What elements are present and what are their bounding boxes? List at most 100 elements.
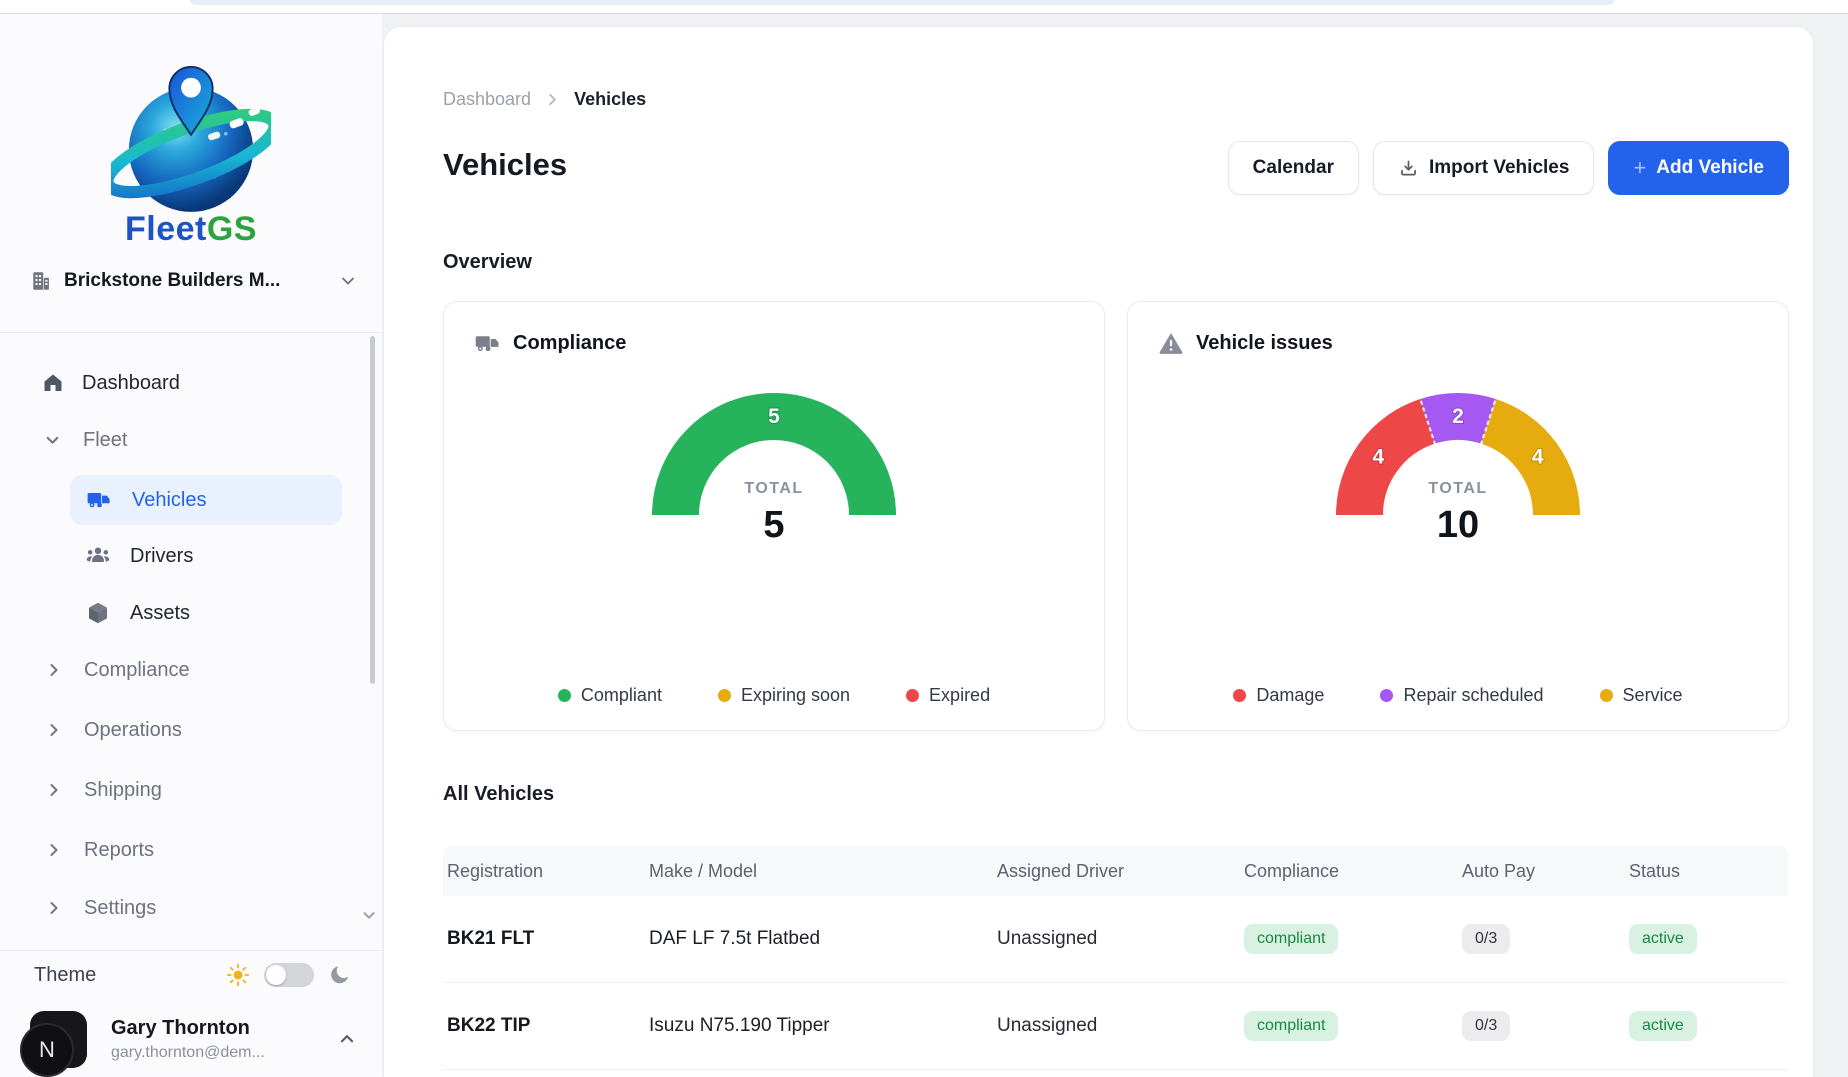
sidebar-item-label: Drivers: [130, 545, 193, 568]
status-badge: active: [1629, 1011, 1697, 1041]
chevron-right-icon: [46, 782, 62, 798]
breadcrumb: Dashboard Vehicles: [443, 89, 646, 110]
import-vehicles-button[interactable]: Import Vehicles: [1373, 141, 1594, 195]
chevron-down-icon: [340, 273, 356, 289]
make-model-cell: Isuzu N75.190 Tipper: [645, 1015, 993, 1037]
all-vehicles-heading: All Vehicles: [443, 783, 554, 806]
home-icon: [40, 371, 66, 395]
legend-label: Expired: [929, 685, 990, 706]
theme-toggle-knob: [266, 965, 286, 985]
chevron-down-icon: [44, 432, 61, 449]
sidebar-divider: [0, 332, 382, 333]
vehicle-issues-card: Vehicle issues 424 TOTAL 10 Damage Repai…: [1127, 301, 1789, 731]
column-header[interactable]: Assigned Driver: [993, 861, 1240, 882]
app-frame: FleetGS Brickstone Builders M...: [0, 14, 1848, 1077]
brand-fleet: Fleet: [125, 210, 207, 248]
company-selector[interactable]: Brickstone Builders M...: [30, 259, 356, 303]
truck-icon: [474, 330, 501, 357]
user-menu[interactable]: N Gary Thornton gary.thornton@dem...: [30, 1004, 356, 1074]
add-vehicle-button-label: Add Vehicle: [1656, 157, 1764, 179]
legend-item: Service: [1600, 685, 1683, 706]
scroll-more-chevron-down-icon: [360, 907, 378, 925]
sun-icon: [226, 963, 250, 987]
legend-dot: [1380, 689, 1393, 702]
legend-dot: [1600, 689, 1613, 702]
vehicle-issues-card-title: Vehicle issues: [1196, 332, 1333, 355]
svg-text:4: 4: [1532, 446, 1544, 469]
calendar-button[interactable]: Calendar: [1228, 141, 1359, 195]
brand-wordmark: FleetGS: [0, 210, 382, 249]
column-header[interactable]: Status: [1625, 861, 1788, 882]
sidebar-group-operations[interactable]: Operations: [0, 708, 382, 752]
legend-label: Repair scheduled: [1403, 685, 1543, 706]
column-header[interactable]: Compliance: [1240, 861, 1458, 882]
legend-label: Damage: [1256, 685, 1324, 706]
avatar: N: [30, 1011, 87, 1068]
user-name: Gary Thornton: [111, 1017, 338, 1040]
table-row[interactable]: BK22 TIP Isuzu N75.190 Tipper Unassigned…: [443, 983, 1788, 1070]
plus-icon: +: [1633, 155, 1646, 181]
registration-cell: BK21 FLT: [443, 928, 645, 950]
make-model-cell: DAF LF 7.5t Flatbed: [645, 928, 993, 950]
auto-pay-badge: 0/3: [1462, 924, 1510, 954]
chevron-right-icon: [46, 900, 62, 916]
user-email: gary.thornton@dem...: [111, 1044, 338, 1062]
chevron-right-icon: [46, 842, 62, 858]
sidebar-item-label: Dashboard: [82, 372, 180, 395]
legend-dot: [718, 689, 731, 702]
app-logo: FleetGS: [0, 44, 382, 249]
theme-toggle[interactable]: [264, 963, 314, 987]
theme-row: Theme: [34, 955, 352, 995]
sidebar-item-vehicles[interactable]: Vehicles: [70, 475, 342, 525]
auto-pay-badge: 0/3: [1462, 1011, 1510, 1041]
sidebar-group-reports[interactable]: Reports: [0, 828, 382, 872]
registration-cell: BK22 TIP: [443, 1015, 645, 1037]
moon-icon: [328, 963, 352, 987]
chevron-up-icon: [338, 1030, 356, 1048]
legend-label: Expiring soon: [741, 685, 850, 706]
vehicles-table: Registration Make / Model Assigned Drive…: [443, 846, 1788, 1070]
sidebar-group-compliance[interactable]: Compliance: [0, 648, 382, 692]
status-badge: active: [1629, 924, 1697, 954]
sidebar-bottom-divider: [0, 950, 382, 951]
avatar-badge: N: [20, 1023, 74, 1077]
svg-text:4: 4: [1372, 446, 1384, 469]
company-name: Brickstone Builders M...: [64, 270, 328, 292]
sidebar-item-drivers[interactable]: Drivers: [0, 534, 382, 578]
column-header[interactable]: Make / Model: [645, 861, 993, 882]
add-vehicle-button[interactable]: + Add Vehicle: [1608, 141, 1789, 195]
sidebar-group-shipping[interactable]: Shipping: [0, 768, 382, 812]
svg-text:5: 5: [768, 405, 780, 428]
legend-item: Expiring soon: [718, 685, 850, 706]
legend-label: Service: [1623, 685, 1683, 706]
sidebar-item-dashboard[interactable]: Dashboard: [0, 361, 382, 405]
legend-item: Expired: [906, 685, 990, 706]
column-header[interactable]: Registration: [443, 861, 645, 882]
compliance-legend: Compliant Expiring soon Expired: [444, 685, 1104, 706]
cube-icon: [84, 601, 112, 625]
compliance-badge: compliant: [1244, 924, 1338, 954]
assigned-driver-cell: Unassigned: [993, 1015, 1240, 1037]
truck-icon: [86, 487, 112, 513]
gauge-total-value: 10: [1128, 504, 1788, 547]
breadcrumb-current: Vehicles: [574, 89, 646, 110]
breadcrumb-dashboard[interactable]: Dashboard: [443, 89, 531, 110]
table-row[interactable]: BK21 FLT DAF LF 7.5t Flatbed Unassigned …: [443, 896, 1788, 983]
sidebar-item-label: Assets: [130, 602, 190, 625]
sidebar-group-fleet[interactable]: Fleet: [0, 418, 382, 462]
sidebar-item-label: Vehicles: [132, 489, 207, 512]
table-header-row: Registration Make / Model Assigned Drive…: [443, 846, 1788, 896]
assigned-driver-cell: Unassigned: [993, 928, 1240, 950]
column-header[interactable]: Auto Pay: [1458, 861, 1625, 882]
legend-dot: [1233, 689, 1246, 702]
vehicle-issues-legend: Damage Repair scheduled Service: [1128, 685, 1788, 706]
sidebar-group-settings[interactable]: Settings: [0, 886, 382, 930]
gauge-total-label: TOTAL: [1128, 480, 1788, 498]
overview-heading: Overview: [443, 251, 532, 274]
sidebar-group-label: Fleet: [83, 429, 127, 452]
fleetgs-globe-logo-icon: [111, 44, 271, 216]
warning-triangle-icon: [1158, 330, 1184, 356]
sidebar-scrollbar[interactable]: [370, 336, 375, 684]
page-actions: Calendar Import Vehicles + Add Vehicle: [1228, 141, 1789, 195]
sidebar-item-assets[interactable]: Assets: [0, 591, 382, 635]
